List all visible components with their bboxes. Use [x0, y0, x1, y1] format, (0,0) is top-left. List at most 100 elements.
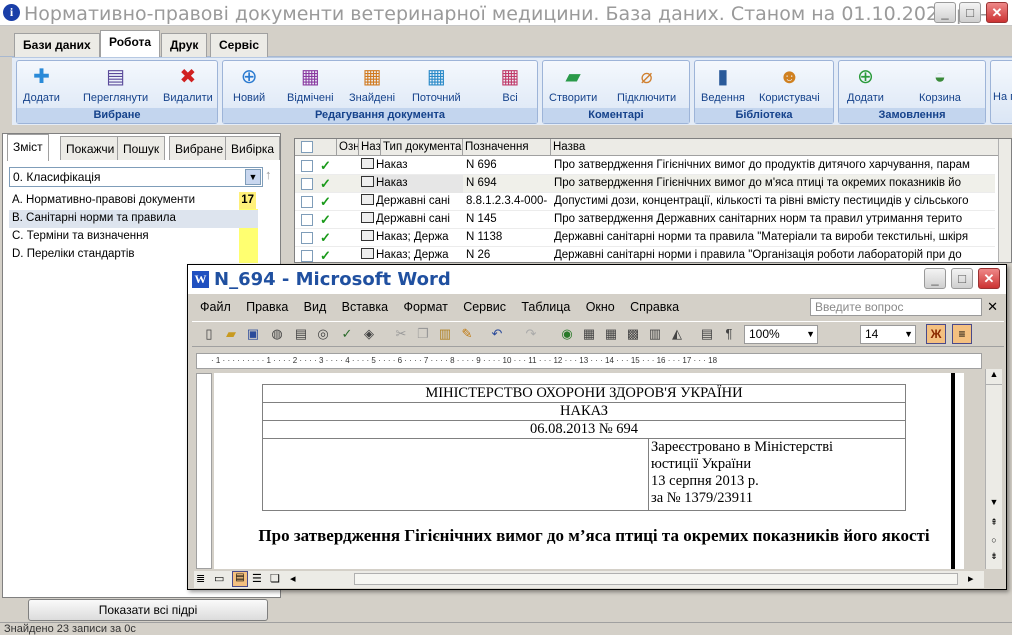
tab-databases[interactable]: Бази даних: [14, 33, 100, 57]
next-page-icon[interactable]: ⇟: [986, 551, 1002, 562]
reading-view-icon[interactable]: ❏: [270, 572, 280, 585]
menu-tools[interactable]: Сервис: [463, 300, 506, 314]
column-header[interactable]: Назва: [551, 139, 999, 156]
menu-table[interactable]: Таблица: [521, 300, 570, 314]
align-center-icon[interactable]: ≡: [952, 324, 972, 344]
up-arrow-icon[interactable]: ↑: [265, 167, 279, 187]
research-icon[interactable]: ◈: [360, 325, 378, 343]
tab-print[interactable]: Друк: [161, 33, 208, 57]
table-row[interactable]: ✓ Державні сані N 145 Про затвердження Д…: [295, 211, 995, 229]
row-checkbox[interactable]: [301, 214, 313, 226]
drawing-icon[interactable]: ◭: [668, 325, 686, 343]
menu-file[interactable]: Файл: [200, 300, 231, 314]
print-layout-icon[interactable]: ▤: [232, 571, 248, 587]
columns-icon[interactable]: ▥: [646, 325, 664, 343]
new-icon[interactable]: ▯: [200, 325, 218, 343]
scroll-right-icon[interactable]: ▸: [968, 572, 974, 585]
bold-button[interactable]: Ж: [926, 324, 946, 344]
menu-view[interactable]: Вид: [304, 300, 327, 314]
row-checkbox[interactable]: [301, 196, 313, 208]
undo-icon[interactable]: ↶: [488, 325, 506, 343]
favorites-add-button[interactable]: ✚ Додати: [23, 64, 60, 104]
document-page[interactable]: МІНІСТЕРСТВО ОХОРОНИ ЗДОРОВ'Я УКРАЇНИ НА…: [214, 373, 964, 569]
word-vertical-scrollbar[interactable]: ▲ ▼ ⇞ ○ ⇟: [985, 369, 1002, 569]
print-icon[interactable]: ▤: [292, 325, 310, 343]
show-all-button[interactable]: Показати всі підрі: [28, 599, 268, 621]
doc-map-icon[interactable]: ▤: [698, 325, 716, 343]
menu-window[interactable]: Окно: [586, 300, 615, 314]
save-icon[interactable]: ▣: [244, 325, 262, 343]
normal-view-icon[interactable]: ≣: [196, 572, 205, 585]
menu-help[interactable]: Справка: [630, 300, 679, 314]
all-button[interactable]: ▦ Всі: [497, 64, 523, 104]
tab-selection[interactable]: Вибірка: [225, 136, 281, 160]
favorites-delete-button[interactable]: ✖ Видалити: [163, 64, 213, 104]
table-row[interactable]: ✓ Наказ; Держа N 26 Державні санітарні н…: [295, 247, 995, 262]
create-comment-button[interactable]: ▰ Створити: [549, 64, 597, 104]
chevron-down-icon[interactable]: ▼: [245, 169, 261, 185]
spelling-icon[interactable]: ✓: [338, 325, 356, 343]
format-painter-icon[interactable]: ✎: [458, 325, 476, 343]
tab-contents[interactable]: Зміст: [7, 134, 49, 161]
insert-table-icon[interactable]: ▦: [602, 325, 620, 343]
grid-scrollbar[interactable]: [998, 139, 1011, 262]
pilcrow-icon[interactable]: ¶: [720, 325, 738, 343]
tab-search[interactable]: Пошук: [117, 136, 166, 160]
close-doc-icon[interactable]: ✕: [987, 296, 998, 318]
table-row[interactable]: ✓ Наказ N 696 Про затвердження Гігієнічн…: [295, 157, 995, 175]
select-all-header[interactable]: [295, 139, 337, 156]
scroll-up-icon[interactable]: ▲: [986, 369, 1002, 385]
classification-select[interactable]: 0. Класифікація ▼: [9, 167, 263, 187]
favorites-view-button[interactable]: ▤ Переглянути: [83, 64, 148, 104]
overflow-button[interactable]: На г: [993, 91, 1012, 103]
table-row[interactable]: ✓ Державні сані 8.8.1.2.3.4-000- Допусти…: [295, 193, 995, 211]
tab-work[interactable]: Робота: [100, 30, 161, 58]
word-minimize-button[interactable]: _: [924, 268, 946, 289]
scroll-left-icon[interactable]: ◂: [290, 572, 296, 585]
redo-icon[interactable]: ↷: [522, 325, 540, 343]
tree-item[interactable]: D. Переліки стандартів: [9, 246, 258, 264]
minimize-button[interactable]: _: [934, 2, 956, 23]
order-add-button[interactable]: ⊕ Додати: [847, 64, 884, 104]
web-view-icon[interactable]: ▭: [214, 572, 224, 585]
copy-icon[interactable]: ❐: [414, 325, 432, 343]
row-checkbox[interactable]: [301, 178, 313, 190]
select-browse-object-icon[interactable]: ○: [986, 535, 1002, 545]
column-header[interactable]: Тип документа: [381, 139, 463, 156]
library-users-button[interactable]: ☻ Користувачі: [759, 64, 820, 104]
hyperlink-icon[interactable]: ◉: [558, 325, 576, 343]
order-basket-button[interactable]: ◒ Корзина: [919, 64, 961, 104]
word-close-button[interactable]: ✕: [978, 268, 1000, 289]
row-checkbox[interactable]: [301, 160, 313, 172]
vertical-ruler[interactable]: [196, 373, 212, 569]
tab-index[interactable]: Покажчи: [60, 136, 121, 160]
ask-question-input[interactable]: Введите вопрос: [810, 298, 982, 316]
excel-icon[interactable]: ▩: [624, 325, 642, 343]
select-all-checkbox[interactable]: [301, 141, 313, 153]
tree-item[interactable]: C. Терміни та визначення: [9, 228, 258, 246]
table-row[interactable]: ✓ Наказ; Держа N 1138 Державні санітарні…: [295, 229, 995, 247]
tab-service[interactable]: Сервіс: [210, 33, 269, 57]
library-manage-button[interactable]: ▮ Ведення: [701, 64, 745, 104]
tables-borders-icon[interactable]: ▦: [580, 325, 598, 343]
outline-view-icon[interactable]: ☰: [252, 572, 262, 585]
found-button[interactable]: ▦ Знайдені: [349, 64, 395, 104]
zoom-select[interactable]: 100% ▼: [744, 325, 818, 344]
row-checkbox[interactable]: [301, 232, 313, 244]
new-doc-button[interactable]: ⊕ Новий: [233, 64, 265, 104]
horizontal-ruler[interactable]: · 1 · · · · · · · · · 1 · · · · 2 · · · …: [196, 353, 982, 369]
prev-page-icon[interactable]: ⇞: [986, 517, 1002, 528]
tree-item[interactable]: A. Нормативно-правові документи 17: [9, 192, 258, 210]
word-horizontal-scrollbar[interactable]: ≣ ▭ ▤ ☰ ❏ ◂ ▸: [194, 571, 984, 588]
cut-icon[interactable]: ✂: [392, 325, 410, 343]
print-preview-icon[interactable]: ◎: [314, 325, 332, 343]
scroll-thumb[interactable]: [354, 573, 958, 585]
row-checkbox[interactable]: [301, 250, 313, 262]
permission-icon[interactable]: ◍: [268, 325, 286, 343]
tab-favorites[interactable]: Вибране: [169, 136, 230, 160]
close-button[interactable]: ✕: [986, 2, 1008, 23]
menu-edit[interactable]: Правка: [246, 300, 288, 314]
paste-icon[interactable]: ▥: [436, 325, 454, 343]
column-header[interactable]: Озн: [337, 139, 359, 156]
attach-comment-button[interactable]: ⌀ Підключити: [617, 64, 676, 104]
